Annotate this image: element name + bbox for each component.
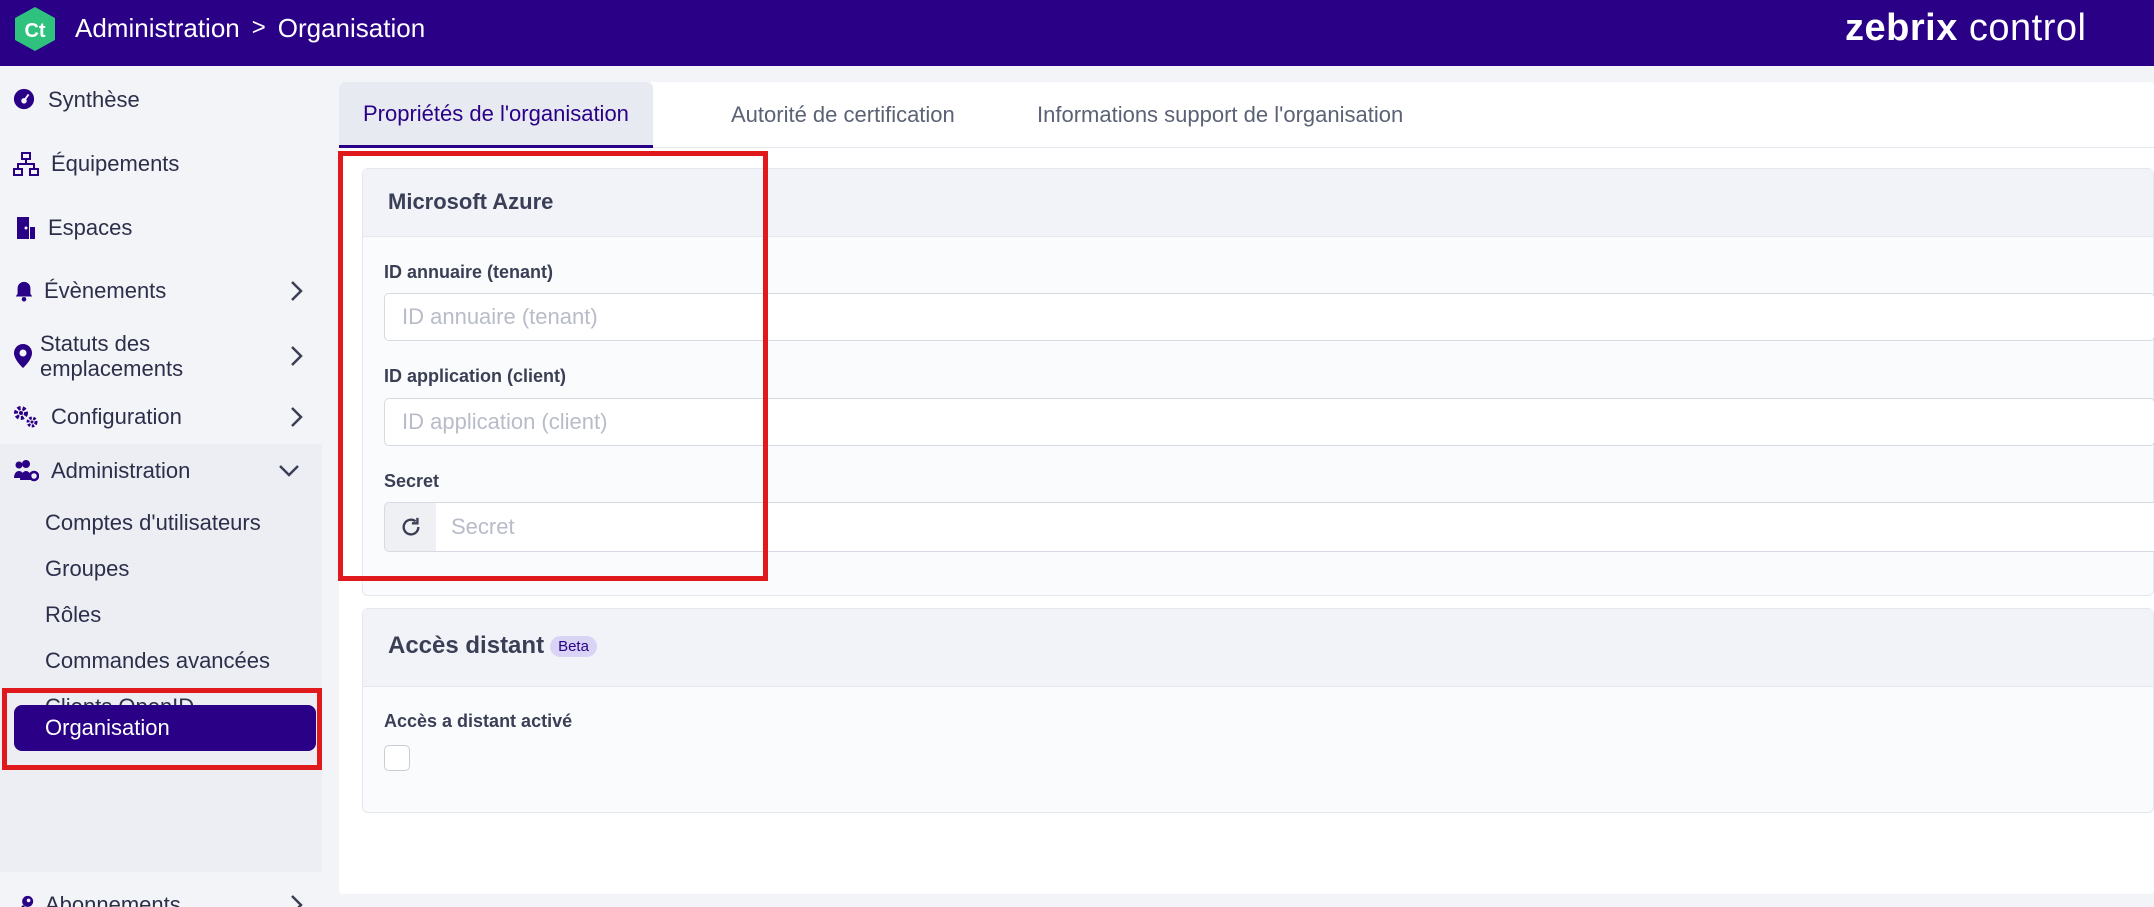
sidebar-item-label: Abonnements — [45, 892, 181, 907]
sidebar-item-label: Synthèse — [48, 87, 140, 112]
tab-autorite-certification[interactable]: Autorité de certification — [707, 82, 979, 148]
highlight-box-sidebar — [2, 688, 322, 770]
remote-enabled-checkbox[interactable] — [384, 745, 410, 771]
breadcrumb-separator: > — [251, 14, 266, 41]
sidebar-item-administration[interactable]: Administration — [0, 444, 322, 498]
sidebar-item-evenements[interactable]: Évènements — [0, 275, 322, 307]
dashboard-icon — [13, 88, 35, 110]
beta-badge: Beta — [550, 636, 597, 658]
remote-access-card: Accès distant Beta Accès a distant activé — [362, 608, 2154, 813]
sidebar-item-label: Statuts des emplacements — [40, 331, 184, 381]
sidebar-item-espaces[interactable]: Espaces — [0, 212, 322, 244]
chevron-down-icon — [279, 465, 299, 477]
chevron-right-icon — [291, 895, 303, 907]
chevron-right-icon — [291, 281, 303, 301]
bell-icon — [15, 281, 33, 302]
remote-access-card-header: Accès distant Beta — [363, 609, 2153, 687]
sidebar-item-label: Configuration — [51, 404, 182, 429]
svg-text:Ct: Ct — [24, 20, 45, 42]
tab-bar: Propriétés de l'organisation Autorité de… — [339, 82, 2154, 148]
remote-access-title-text: Accès distant — [388, 632, 545, 659]
sidebar-item-equipements[interactable]: Équipements — [0, 148, 322, 180]
chevron-right-icon — [291, 407, 303, 427]
sidebar-item-label: Évènements — [44, 278, 167, 303]
sidebar-item-configuration[interactable]: Configuration — [0, 401, 322, 433]
tab-informations-support[interactable]: Informations support de l'organisation — [1013, 82, 1427, 148]
app-logo-icon[interactable]: Ct — [12, 6, 58, 52]
location-pin-icon — [14, 344, 32, 368]
brand-bold-text: zebrix — [1845, 7, 1958, 49]
sidebar-item-label: Espaces — [48, 215, 133, 240]
sidebar-sub-item-groupes[interactable]: Groupes — [45, 556, 129, 582]
remote-access-title: Accès distant Beta — [388, 632, 597, 660]
sidebar: Synthèse Équipements Espaces Évènements … — [0, 66, 322, 907]
breadcrumb-item-administration[interactable]: Administration — [75, 13, 240, 43]
door-icon — [17, 217, 35, 239]
sidebar-sub-item-roles[interactable]: Rôles — [45, 602, 101, 628]
sidebar-sub-item-commandes[interactable]: Commandes avancées — [45, 648, 270, 674]
administration-group: Administration Comptes d'utilisateurs Gr… — [0, 444, 322, 872]
tab-label: Autorité de certification — [731, 102, 955, 127]
users-gear-icon — [14, 460, 39, 482]
chevron-right-icon — [291, 346, 303, 366]
tab-label: Propriétés de l'organisation — [363, 100, 629, 126]
sidebar-item-statuts-emplacements[interactable]: Statuts des emplacements — [0, 326, 322, 386]
remote-enabled-label: Accès a distant activé — [384, 711, 573, 731]
sidebar-item-synthese[interactable]: Synthèse — [0, 84, 322, 116]
tab-label: Informations support de l'organisation — [1037, 102, 1404, 127]
highlight-box-azure — [338, 151, 768, 581]
gears-icon — [14, 406, 38, 428]
sidebar-sub-item-comptes[interactable]: Comptes d'utilisateurs — [45, 510, 261, 536]
network-icon — [13, 152, 39, 176]
key-icon — [21, 895, 34, 907]
tab-proprietes[interactable]: Propriétés de l'organisation — [339, 82, 653, 148]
breadcrumb: Administration > Organisation — [75, 13, 425, 43]
breadcrumb-item-organisation: Organisation — [277, 13, 426, 43]
sidebar-item-abonnements[interactable]: Abonnements — [0, 889, 322, 907]
sidebar-item-label: Administration — [51, 458, 191, 483]
top-bar: Ct Administration > Organisation zebrix … — [0, 0, 2154, 66]
brand-rest-text: control — [1957, 7, 2087, 49]
brand-logo: zebrix control — [1845, 8, 2086, 48]
sidebar-item-label: Équipements — [51, 151, 180, 176]
